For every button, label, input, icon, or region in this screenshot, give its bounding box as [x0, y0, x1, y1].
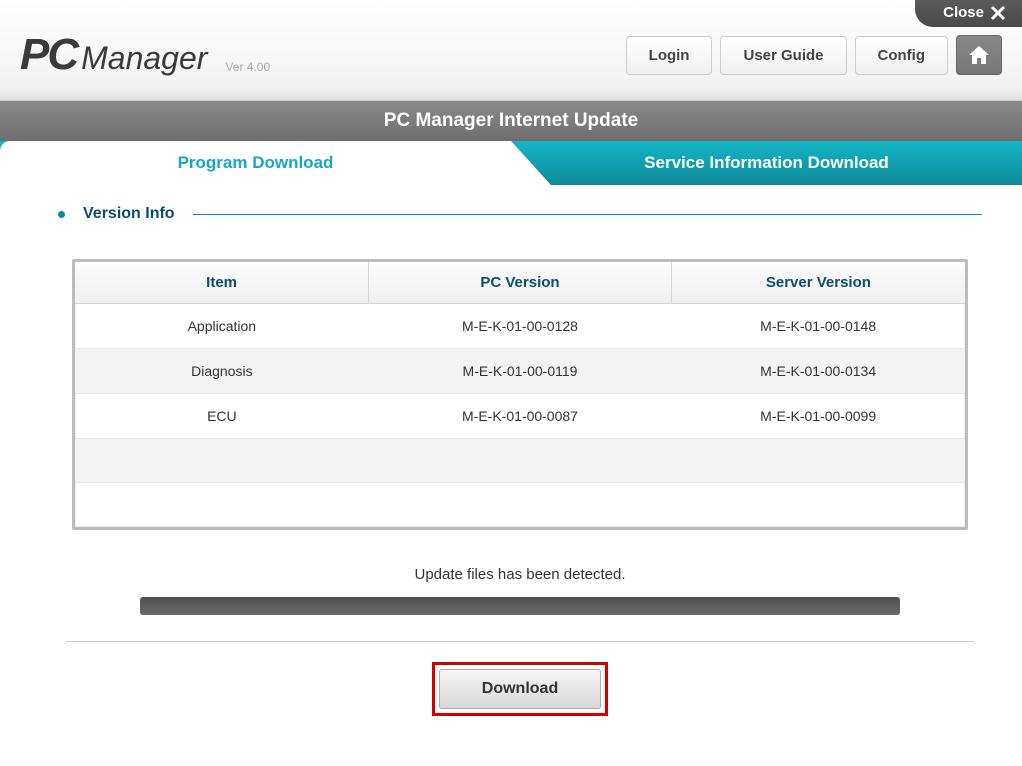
version-label: Ver 4.00 [225, 60, 270, 80]
logo: PC Manager Ver 4.00 [20, 30, 270, 80]
cell-server: M-E-K-01-00-0099 [671, 394, 965, 439]
cell-pc: M-E-K-01-00-0087 [369, 394, 672, 439]
header-buttons: Login User Guide Config [626, 35, 1002, 75]
table-row-empty [75, 483, 965, 527]
progress-bar [140, 597, 900, 615]
version-table: Item PC Version Server Version Applicati… [75, 262, 965, 527]
close-icon [990, 5, 1006, 21]
table-row: ECU M-E-K-01-00-0087 M-E-K-01-00-0099 [75, 394, 965, 439]
close-label: Close [943, 4, 984, 21]
cell-pc: M-E-K-01-00-0128 [369, 304, 672, 349]
table-header-row: Item PC Version Server Version [75, 262, 965, 304]
section-title: PC Manager Internet Update [0, 101, 1022, 141]
home-button[interactable] [956, 35, 1002, 75]
config-button[interactable]: Config [855, 36, 948, 75]
cell-item: Diagnosis [75, 349, 369, 394]
status-text: Update files has been detected. [58, 566, 982, 583]
tab-service-info-download[interactable]: Service Information Download [511, 141, 1022, 185]
cell-server: M-E-K-01-00-0148 [671, 304, 965, 349]
cell-pc: M-E-K-01-00-0119 [369, 349, 672, 394]
table-row: Diagnosis M-E-K-01-00-0119 M-E-K-01-00-0… [75, 349, 965, 394]
user-guide-button[interactable]: User Guide [720, 36, 846, 75]
cell-item: ECU [75, 394, 369, 439]
bullet-icon [58, 211, 65, 218]
home-icon [969, 46, 989, 64]
header: PC Manager Ver 4.00 Login User Guide Con… [0, 0, 1022, 101]
download-area: Download [58, 662, 982, 716]
version-info-header: Version Info [58, 205, 982, 223]
download-highlight: Download [432, 662, 608, 716]
divider-line [193, 214, 982, 215]
version-table-frame: Item PC Version Server Version Applicati… [72, 259, 968, 530]
table-row: Application M-E-K-01-00-0128 M-E-K-01-00… [75, 304, 965, 349]
tab-program-download[interactable]: Program Download [0, 141, 511, 185]
tabs: Program Download Service Information Dow… [0, 141, 1022, 185]
col-item: Item [75, 262, 369, 304]
download-button[interactable]: Download [439, 669, 601, 709]
cell-server: M-E-K-01-00-0134 [671, 349, 965, 394]
logo-manager: Manager [81, 40, 207, 77]
table-row-empty [75, 439, 965, 483]
version-info-label: Version Info [83, 205, 175, 223]
divider [66, 641, 974, 642]
content-panel: Version Info Item PC Version Server Vers… [0, 185, 1022, 716]
cell-item: Application [75, 304, 369, 349]
col-pc-version: PC Version [369, 262, 672, 304]
logo-pc: PC [20, 30, 77, 80]
login-button[interactable]: Login [626, 36, 713, 75]
col-server-version: Server Version [671, 262, 965, 304]
close-button[interactable]: Close [915, 0, 1022, 27]
